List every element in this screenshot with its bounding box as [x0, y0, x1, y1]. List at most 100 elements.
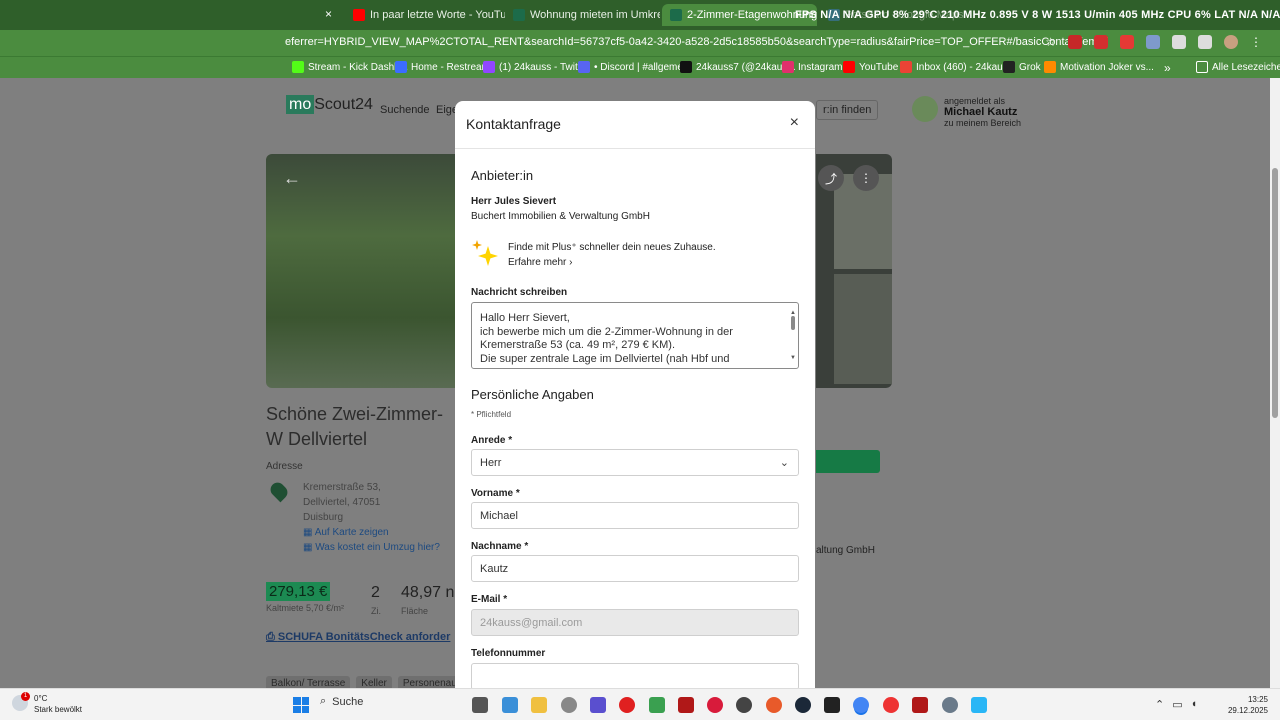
salutation-select[interactable]: Herr ⌄	[471, 449, 799, 476]
tab-wohnung-mieten[interactable]: Wohnung mieten im Umkreis v ×	[505, 4, 660, 26]
message-label: Nachricht schreiben	[471, 287, 568, 298]
app-icon[interactable]	[971, 697, 987, 713]
phone-label: Telefonnummer	[471, 648, 546, 659]
discord-icon	[578, 61, 590, 73]
tab-close-icon[interactable]: ×	[325, 7, 332, 21]
calculator-icon[interactable]	[502, 697, 518, 713]
grok-icon	[1003, 61, 1015, 73]
provider-name: Herr Jules Sievert	[471, 196, 557, 207]
scrollbar-thumb[interactable]	[791, 316, 795, 330]
chrome-icon[interactable]	[853, 697, 869, 713]
bookmark-motivation[interactable]: Motivation Joker vs...	[1044, 61, 1154, 73]
app-icon[interactable]	[619, 697, 635, 713]
bookmark-instagram[interactable]: Instagram	[782, 61, 842, 73]
listing-thumbnail[interactable]	[834, 274, 892, 384]
salutation-label: Anrede *	[471, 435, 513, 446]
firstname-input[interactable]: Michael	[471, 502, 799, 529]
settings-icon[interactable]	[942, 697, 958, 713]
tab-youtube[interactable]: In paar letzte Worte - YouTube ×	[345, 4, 505, 26]
message-textarea[interactable]: Hallo Herr Sievert, ich bewerbe mich um …	[471, 302, 799, 369]
lastname-input[interactable]: Kautz	[471, 555, 799, 582]
all-bookmarks-button[interactable]: Alle Lesezeichen	[1196, 61, 1280, 73]
tab-etagenwohnung[interactable]: 2-Zimmer-Etagenwohnung 279 ×	[662, 4, 817, 26]
extension-icon[interactable]	[1120, 35, 1134, 49]
bookmark-restream[interactable]: Home - Restream	[395, 61, 490, 73]
extension-icon[interactable]	[1146, 35, 1160, 49]
bookmark-youtube[interactable]: YouTube	[843, 61, 898, 73]
plus-learn-more-link[interactable]: Erfahre mehr ›	[508, 257, 572, 268]
app-icon[interactable]	[707, 697, 723, 713]
adblock-icon[interactable]	[1068, 35, 1082, 49]
scroll-down-icon[interactable]: ▼	[790, 352, 796, 366]
extension-icon[interactable]	[1094, 35, 1108, 49]
mouse-app-icon[interactable]	[561, 697, 577, 713]
app-icon[interactable]	[766, 697, 782, 713]
app-icon[interactable]	[912, 697, 928, 713]
contact-button[interactable]	[816, 450, 880, 473]
close-icon[interactable]: ×	[790, 114, 799, 132]
site-logo[interactable]: mo Scout24	[286, 95, 373, 114]
bookmark-gmail[interactable]: Inbox (460) - 24kau...	[900, 61, 1011, 73]
app-icon[interactable]	[649, 697, 665, 713]
area-value: 48,97 n	[401, 584, 455, 601]
twitch-icon	[483, 61, 495, 73]
profile-avatar-icon[interactable]	[1224, 35, 1238, 49]
textarea-scrollbar[interactable]: ▲ ▼	[790, 307, 796, 365]
bookmark-kick[interactable]: Stream - Kick Dashb...	[292, 61, 408, 73]
taskbar-search[interactable]: ⌕ Suche	[320, 695, 363, 708]
moving-cost-link[interactable]: ▦ Was kostet ein Umzug hier?	[303, 540, 440, 555]
vivaldi-icon[interactable]	[590, 697, 606, 713]
nav-find-agent-button[interactable]: r:in finden	[816, 100, 879, 120]
bookmark-grok[interactable]: Grok	[1003, 61, 1041, 73]
file-explorer-icon[interactable]	[531, 697, 547, 713]
address-bar: eferrer=HYBRID_VIEW_MAP%2CTOTAL_RENT&sea…	[0, 30, 1280, 56]
volume-icon[interactable]: ◖	[1191, 698, 1198, 711]
more-bookmarks-button[interactable]: »	[1164, 61, 1171, 75]
email-input[interactable]: 24kauss@gmail.com	[471, 609, 799, 636]
scrollbar-thumb[interactable]	[1272, 168, 1278, 418]
steam-icon[interactable]	[795, 697, 811, 713]
phone-input[interactable]	[471, 663, 799, 688]
task-view-icon[interactable]	[472, 697, 488, 713]
modal-title: Kontaktanfrage	[466, 116, 561, 132]
obs-icon[interactable]	[736, 697, 752, 713]
cloud-icon: 1	[12, 692, 30, 711]
show-on-map-link[interactable]: ▦ Auf Karte zeigen	[303, 525, 440, 540]
map-icon: ▦	[303, 527, 315, 538]
provider-company: Buchert Immobilien & Verwaltung GmbH	[471, 211, 650, 222]
bookmark-tiktok[interactable]: 24kauss7 (@24kaus...	[680, 61, 796, 73]
puzzle-icon[interactable]	[1172, 35, 1186, 49]
tiktok-icon	[680, 61, 692, 73]
reading-list-icon[interactable]	[1198, 35, 1212, 49]
bookmark-star-icon[interactable]: ☆	[1045, 35, 1056, 49]
opera-icon[interactable]	[883, 697, 899, 713]
schufa-link[interactable]: ⎙ SCHUFA BonitätsCheck anforder	[266, 631, 450, 644]
page-scrollbar[interactable]	[1270, 78, 1280, 688]
share-icon[interactable]: ⤴	[818, 165, 844, 191]
personal-heading: Persönliche Angaben	[471, 387, 594, 402]
bookmark-twitch[interactable]: (1) 24kauss - Twitch	[483, 61, 588, 73]
user-account[interactable]: angemeldet als Michael Kautz zu meinem B…	[912, 96, 1021, 128]
menu-dots-icon[interactable]: ⋮	[1250, 35, 1262, 49]
chevron-down-icon: ⌄	[779, 457, 789, 469]
windows-taskbar: 1 0°C Stark bewölkt ⌕ Suche ⌃ ▭ ◖ 13:25 2…	[0, 688, 1280, 720]
clock[interactable]: 13:25 29.12.2025	[1228, 694, 1268, 716]
price-block: 279,13 € Kaltmiete 5,70 €/m²	[266, 582, 344, 613]
bookmark-discord[interactable]: • Discord | #allgeme...	[578, 61, 691, 73]
weather-widget[interactable]: 1 0°C Stark bewölkt	[12, 692, 82, 715]
more-options-icon[interactable]: ⋮	[853, 165, 879, 191]
nav-suchende[interactable]: Suchende	[380, 104, 430, 116]
chevron-up-icon[interactable]: ⌃	[1155, 698, 1164, 711]
windows-start-icon[interactable]	[293, 697, 309, 713]
network-icon[interactable]: ▭	[1172, 698, 1182, 711]
gallery-prev-icon[interactable]: ←	[283, 168, 301, 189]
email-label: E-Mail *	[471, 594, 508, 605]
address-block: Kremerstraße 53, Dellviertel, 47051 Duis…	[303, 482, 440, 555]
epic-games-icon[interactable]	[824, 697, 840, 713]
listing-main-image[interactable]	[266, 154, 456, 388]
app-icon[interactable]	[678, 697, 694, 713]
url-field[interactable]: eferrer=HYBRID_VIEW_MAP%2CTOTAL_RENT&sea…	[285, 36, 1109, 48]
immoscout-icon	[513, 9, 525, 21]
area-label: Fläche	[401, 606, 429, 616]
provider-heading: Anbieter:in	[471, 168, 534, 183]
